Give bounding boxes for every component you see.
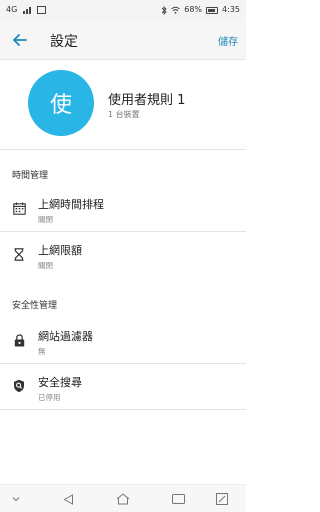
lock-icon: [12, 333, 26, 347]
list-item-schedule[interactable]: 上網時間排程 關閉: [0, 186, 246, 232]
avatar[interactable]: 使: [28, 70, 94, 136]
arrow-left-icon: [13, 34, 27, 46]
wifi-icon: [171, 6, 181, 14]
recents-icon: [171, 494, 185, 504]
chevron-down-icon: [12, 497, 20, 502]
section-header-time: 時間管理: [12, 171, 49, 181]
page-title: 設定: [50, 34, 78, 50]
back-button[interactable]: [10, 30, 30, 50]
signal-icon: [23, 6, 32, 14]
list-item-label: 上網時間排程: [38, 198, 104, 211]
status-bar: 4G 68% 4:35: [0, 0, 246, 20]
calendar-icon: [12, 201, 26, 215]
list-item-label: 安全搜尋: [38, 376, 82, 389]
list-item-status: 關閉: [38, 261, 53, 270]
list-item-status: 關閉: [38, 215, 53, 224]
rule-name[interactable]: 使用者規則 1: [108, 89, 185, 108]
nav-hide-button[interactable]: [8, 491, 24, 507]
list-item-time-limit[interactable]: 上網限額 關閉: [0, 232, 246, 278]
list-item-label: 上網限額: [38, 244, 82, 257]
battery-percent: 68%: [184, 5, 203, 14]
save-button[interactable]: 儲存: [218, 33, 238, 48]
profile-section: 使 使用者規則 1 1 台裝置: [0, 60, 246, 150]
list-item-status: 已停用: [38, 393, 61, 402]
network-type: 4G: [6, 5, 18, 14]
hourglass-icon: [12, 247, 26, 261]
message-icon: [37, 6, 47, 14]
list-item-web-filter[interactable]: 網站過濾器 無: [0, 318, 246, 364]
home-icon: [116, 493, 130, 505]
nav-recents-button[interactable]: [170, 491, 186, 507]
list-item-label: 網站過濾器: [38, 330, 93, 343]
device-count: 1 台裝置: [108, 110, 140, 119]
battery-icon: [206, 6, 219, 14]
shield-icon: [12, 379, 26, 393]
pen-icon: [216, 493, 228, 505]
app-bar: 設定 儲存: [0, 20, 246, 60]
nav-back-button[interactable]: [60, 491, 76, 507]
clock: 4:35: [222, 5, 240, 14]
nav-home-button[interactable]: [115, 491, 131, 507]
bluetooth-icon: [161, 5, 167, 15]
list-item-safe-search[interactable]: 安全搜尋 已停用: [0, 364, 246, 410]
status-right: 68% 4:35: [161, 5, 240, 15]
system-nav-bar: [0, 484, 246, 512]
triangle-back-icon: [62, 493, 73, 505]
section-header-security: 安全性管理: [12, 301, 58, 311]
list-item-status: 無: [38, 347, 46, 356]
status-left: 4G: [6, 5, 47, 15]
nav-screenshot-button[interactable]: [214, 491, 230, 507]
